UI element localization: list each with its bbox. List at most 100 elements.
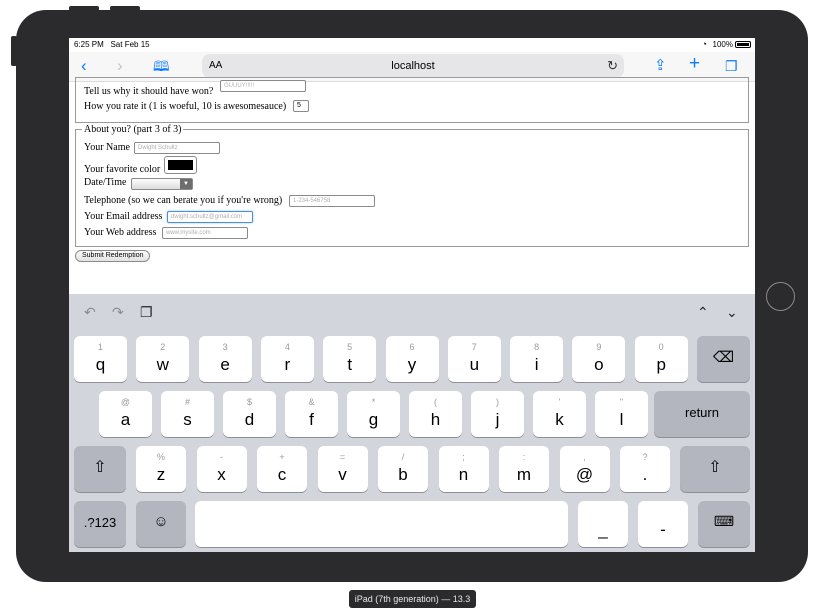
key-i[interactable]: 8i xyxy=(510,336,564,382)
tabs-icon[interactable]: ❐ xyxy=(725,56,738,76)
reload-icon[interactable]: ↻ xyxy=(607,58,618,74)
back-icon[interactable]: ‹ xyxy=(81,56,87,76)
key-hint: 6 xyxy=(409,342,415,352)
key-p[interactable]: 0p xyxy=(634,336,688,382)
fieldset-part-2: Tell us why it should have won? GUUUY!!!… xyxy=(75,77,749,123)
key-d[interactable]: $ d xyxy=(223,391,276,437)
key-hint: 2 xyxy=(160,342,166,352)
web-input[interactable]: www.mysite.com xyxy=(162,227,248,239)
underscore-key[interactable]: _ xyxy=(578,501,628,547)
shift-key-right[interactable]: ⇧ xyxy=(680,446,750,492)
phone-input[interactable]: 1-234-546758 xyxy=(289,195,375,207)
key-hint: , xyxy=(583,452,586,462)
device-button xyxy=(69,6,99,11)
key-h[interactable]: (h xyxy=(409,391,462,437)
delete-key[interactable]: ⌫ xyxy=(697,336,750,382)
won-input[interactable]: GUUUY!!!!! xyxy=(220,80,306,92)
key-label: l xyxy=(619,410,624,429)
key-label: v xyxy=(338,465,347,484)
color-label: Your favorite color xyxy=(84,164,161,175)
key-q[interactable]: 1q xyxy=(74,336,127,382)
key-s[interactable]: # s xyxy=(161,391,214,437)
key-n[interactable]: ; n xyxy=(438,446,489,492)
key-w[interactable]: 2w xyxy=(136,336,190,382)
key-hint: 9 xyxy=(596,342,602,352)
key-t[interactable]: 5t xyxy=(323,336,377,382)
key-x[interactable]: -x xyxy=(196,446,247,492)
share-icon[interactable]: ⇪ xyxy=(654,56,667,76)
name-input[interactable]: Dwight Schultz xyxy=(134,142,220,154)
url-text: localhost xyxy=(391,60,435,72)
home-button[interactable] xyxy=(766,282,795,311)
key-label: i xyxy=(534,355,539,374)
key-hint: & xyxy=(308,397,315,407)
backspace-icon: ⌫ xyxy=(712,349,735,366)
bookmarks-icon[interactable]: 🕮 xyxy=(153,56,170,76)
device-label: iPad (7th generation) — 13.3 xyxy=(349,590,476,608)
key-label: y xyxy=(407,355,417,374)
key-label: r xyxy=(284,355,291,374)
wifi-icon: ◔ xyxy=(701,39,707,49)
key-label: k xyxy=(555,410,564,429)
key-label: b xyxy=(398,465,408,484)
keyboard-icon: ⌨ xyxy=(713,513,735,529)
numbers-key[interactable]: .?123 xyxy=(74,501,126,547)
key-label: h xyxy=(430,410,441,429)
key-hint: 3 xyxy=(222,342,228,352)
web-page: Tell us why it should have won? GUUUY!!!… xyxy=(69,77,755,293)
key-a[interactable]: @ a xyxy=(99,391,152,437)
key-hint: = xyxy=(339,452,346,462)
key-hint: 5 xyxy=(347,342,353,352)
chevron-down-icon[interactable]: ⌄ xyxy=(726,304,738,321)
key-hint: 1 xyxy=(97,342,103,352)
key-hint: - xyxy=(220,452,223,462)
screen: 6:25 PM Sat Feb 15 ◔ 100% ‹ › 🕮 AA local… xyxy=(69,38,755,552)
key-period[interactable]: ?. xyxy=(620,446,670,492)
key-at[interactable]: , @ xyxy=(559,446,610,492)
email-input[interactable]: dwight.schultz@gmail.com xyxy=(167,211,253,223)
key-label: x xyxy=(217,465,226,484)
emoji-key[interactable]: ☺ xyxy=(136,501,186,547)
key-b[interactable]: / b xyxy=(378,446,428,492)
key-label: n xyxy=(458,465,469,484)
datetime-select[interactable]: ▼ xyxy=(131,178,193,190)
key-hint: ' xyxy=(558,397,561,407)
address-bar[interactable]: AA localhost ↻ xyxy=(202,54,624,78)
chevron-up-icon[interactable]: ⌃ xyxy=(697,304,709,321)
key-label: o xyxy=(594,355,604,374)
key-label: q xyxy=(95,355,106,374)
key-k[interactable]: ' k xyxy=(533,391,586,437)
color-picker[interactable] xyxy=(164,156,197,174)
rate-input[interactable]: 5 xyxy=(293,100,309,112)
key-c[interactable]: + c xyxy=(257,446,307,492)
undo-icon[interactable]: ↶ xyxy=(84,304,96,321)
key-label: p xyxy=(656,355,666,374)
key-e[interactable]: 3e xyxy=(198,336,252,382)
space-key[interactable] xyxy=(195,501,568,547)
key-j[interactable]: ) j xyxy=(471,391,524,437)
return-key[interactable]: return xyxy=(654,391,750,437)
dismiss-keyboard-key[interactable]: ⌨ xyxy=(698,501,750,547)
forward-icon[interactable]: › xyxy=(117,56,123,76)
key-y[interactable]: 6y xyxy=(385,336,439,382)
key-hint: $ xyxy=(246,397,252,407)
key-l[interactable]: " l xyxy=(595,391,648,437)
submit-button[interactable]: Submit Redemption xyxy=(75,250,151,262)
name-label: Your Name xyxy=(84,142,130,153)
key-m[interactable]: :m xyxy=(499,446,549,492)
key-o[interactable]: 9o xyxy=(572,336,626,382)
paste-icon[interactable]: ❐ xyxy=(140,304,153,321)
key-g[interactable]: * g xyxy=(347,391,400,437)
key-hint: ? xyxy=(642,452,648,462)
key-z[interactable]: % z xyxy=(136,446,186,492)
shift-key-left[interactable]: ⇧ xyxy=(74,446,126,492)
dash-key[interactable]: - xyxy=(638,501,688,547)
key-hint: 4 xyxy=(284,342,290,352)
key-r[interactable]: 4r xyxy=(260,336,314,382)
emoji-icon: ☺ xyxy=(153,513,169,530)
key-f[interactable]: & f xyxy=(285,391,338,437)
key-u[interactable]: 7u xyxy=(447,336,501,382)
redo-icon[interactable]: ↷ xyxy=(112,304,124,321)
key-v[interactable]: = v xyxy=(317,446,368,492)
new-tab-icon[interactable]: + xyxy=(689,54,700,74)
